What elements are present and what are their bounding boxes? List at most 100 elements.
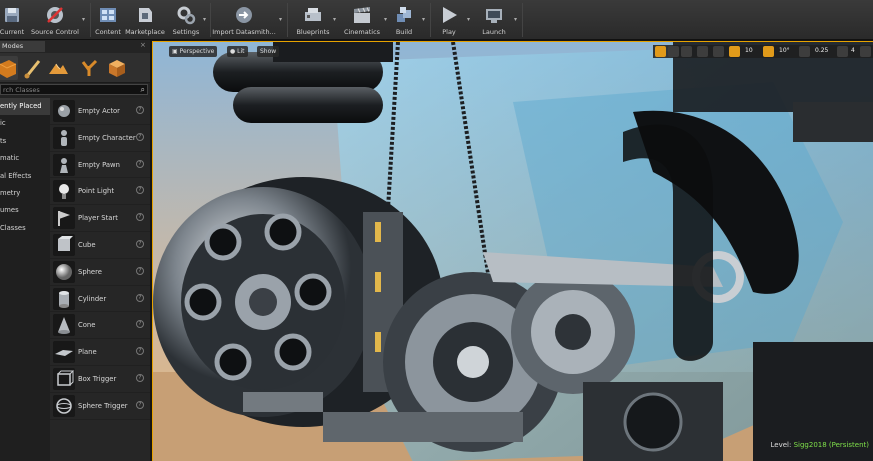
save-current-button[interactable]: Current [0, 2, 30, 38]
box-trigger-icon [53, 367, 75, 390]
list-item[interactable]: Plane ? [50, 339, 150, 366]
help-icon[interactable]: ? [136, 186, 144, 195]
empty-actor-icon [53, 100, 75, 122]
list-item[interactable]: Point Light ? [50, 178, 150, 206]
cinematics-dropdown-icon[interactable]: ▾ [384, 16, 390, 24]
blueprints-button[interactable]: Blueprints [293, 2, 333, 38]
plane-icon [53, 341, 75, 364]
list-item[interactable]: Cone ? [50, 312, 150, 340]
cube-icon [53, 233, 75, 256]
current-level-indicator: Level: Sigg2018 (Persistent) [770, 441, 869, 449]
translate-icon[interactable] [655, 46, 666, 57]
help-icon[interactable]: ? [136, 347, 144, 356]
help-icon[interactable]: ? [136, 159, 144, 168]
list-item[interactable]: Empty Pawn ? [50, 152, 150, 179]
category-visual-effects[interactable]: al Effects [0, 168, 50, 185]
play-dropdown-icon[interactable]: ▾ [467, 16, 473, 24]
player-start-icon [53, 207, 75, 230]
paint-mode-icon[interactable] [22, 56, 44, 80]
modes-panel: Modes × rch Classes ⌕ ently Placed ic ts… [0, 40, 150, 461]
place-mode-icon[interactable] [0, 56, 18, 80]
engine-scene-render [153, 42, 873, 461]
perspective-button[interactable]: ▣ Perspective [169, 46, 218, 57]
launch-button[interactable]: Launch [478, 2, 510, 38]
help-icon[interactable]: ? [136, 373, 144, 382]
search-classes-input[interactable]: rch Classes ⌕ [0, 84, 148, 95]
lit-mode-button[interactable]: ● Lit [227, 46, 248, 57]
help-icon[interactable]: ? [136, 132, 144, 141]
close-icon[interactable]: × [140, 41, 146, 49]
category-basic[interactable]: ic [0, 115, 50, 132]
empty-pawn-icon [53, 153, 75, 176]
empty-character-icon [53, 126, 75, 149]
settings-icon [175, 4, 197, 26]
category-all-classes[interactable]: Classes [0, 220, 50, 237]
toolbar-separator [90, 3, 91, 37]
grid-snap-value[interactable]: 10 [745, 47, 753, 54]
landscape-mode-icon[interactable] [47, 56, 69, 80]
play-button[interactable]: Play [436, 2, 462, 38]
content-button[interactable]: Content [93, 2, 123, 38]
scale-snap-icon[interactable] [799, 46, 810, 57]
cinematics-button[interactable]: Cinematics [340, 2, 384, 38]
grid-snap-icon[interactable] [729, 46, 740, 57]
category-lights[interactable]: ts [0, 133, 50, 150]
maximize-viewport-icon[interactable] [860, 46, 871, 57]
scale-snap-value[interactable]: 0.25 [815, 47, 828, 54]
list-item[interactable]: Empty Character ? [50, 125, 150, 152]
surface-snap-icon[interactable] [713, 46, 724, 57]
category-volumes[interactable]: umes [0, 202, 50, 219]
help-icon[interactable]: ? [136, 213, 144, 222]
list-item[interactable]: Cube ? [50, 232, 150, 259]
category-recently-placed[interactable]: ently Placed [0, 98, 50, 116]
build-button[interactable]: Build [391, 2, 417, 38]
import-datasmith-button[interactable]: Import Datasmith... [212, 2, 276, 38]
help-icon[interactable]: ? [136, 400, 144, 409]
build-dropdown-icon[interactable]: ▾ [422, 16, 428, 24]
placeable-items-list: Empty Actor ? Empty Character ? Empty Pa… [50, 98, 150, 461]
play-icon [438, 4, 460, 26]
list-item[interactable]: Cylinder ? [50, 286, 150, 313]
show-menu-button[interactable]: Show [257, 46, 280, 57]
help-icon[interactable]: ? [136, 239, 144, 248]
rotate-icon[interactable] [668, 46, 679, 57]
perspective-icon: ▣ [172, 48, 180, 55]
category-geometry[interactable]: metry [0, 185, 50, 202]
rotation-snap-icon[interactable] [763, 46, 774, 57]
list-item[interactable]: Sphere Trigger ? [50, 393, 150, 420]
blueprints-icon [302, 4, 324, 26]
launch-dropdown-icon[interactable]: ▾ [514, 16, 520, 24]
list-item[interactable]: Box Trigger ? [50, 366, 150, 393]
save-icon [1, 4, 23, 26]
help-icon[interactable]: ? [136, 320, 144, 329]
world-local-icon[interactable] [697, 46, 708, 57]
content-browser-icon [97, 4, 119, 26]
help-icon[interactable]: ? [136, 266, 144, 275]
marketplace-button[interactable]: Marketplace [124, 2, 166, 38]
datasmith-dropdown-icon[interactable]: ▾ [279, 16, 285, 24]
source-control-dropdown-icon[interactable]: ▾ [82, 16, 88, 24]
geometry-edit-mode-icon[interactable] [105, 56, 127, 80]
foliage-mode-icon[interactable] [78, 56, 100, 80]
category-list: ently Placed ic ts matic al Effects metr… [0, 98, 50, 461]
scale-icon[interactable] [681, 46, 692, 57]
camera-speed-value[interactable]: 4 [851, 47, 855, 54]
settings-dropdown-icon[interactable]: ▾ [203, 16, 209, 24]
main-toolbar: Current Source Control ▾ Content Marketp… [0, 0, 873, 40]
category-cinematic[interactable]: matic [0, 150, 50, 167]
launch-icon [483, 4, 505, 26]
camera-speed-icon[interactable] [837, 46, 848, 57]
help-icon[interactable]: ? [136, 293, 144, 302]
list-item[interactable]: Sphere ? [50, 259, 150, 286]
list-item[interactable]: Empty Actor ? [50, 98, 150, 125]
rotation-snap-value[interactable]: 10° [779, 47, 790, 54]
datasmith-icon [233, 4, 255, 26]
source-control-button[interactable]: Source Control [30, 2, 80, 38]
help-icon[interactable]: ? [136, 106, 144, 114]
list-item[interactable]: Player Start ? [50, 205, 150, 232]
blueprints-dropdown-icon[interactable]: ▾ [333, 16, 339, 24]
modes-tab[interactable]: Modes [0, 41, 45, 52]
level-viewport[interactable]: ▣ Perspective ● Lit Show 10 10° 0.25 4 L… [152, 41, 873, 461]
settings-button[interactable]: Settings [169, 2, 203, 38]
toolbar-separator [430, 3, 431, 37]
